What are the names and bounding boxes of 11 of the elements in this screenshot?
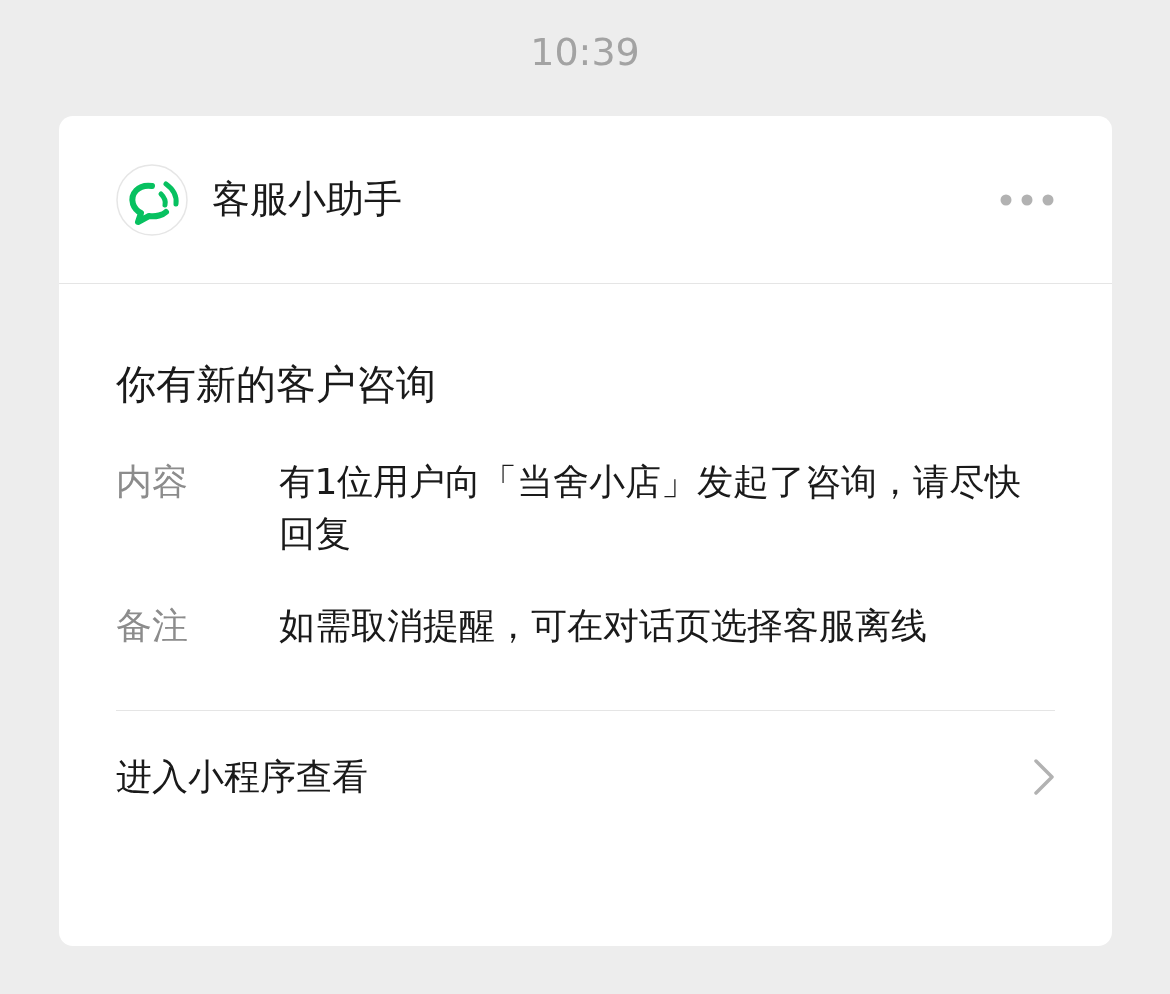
message-title: 你有新的客户咨询 bbox=[115, 360, 437, 409]
field-label: 内容 bbox=[115, 460, 189, 504]
more-icon[interactable] bbox=[998, 192, 1055, 207]
sender-name: 客服小助手 bbox=[211, 176, 402, 223]
field-label: 备注 bbox=[115, 604, 189, 648]
timestamp: 10:39 bbox=[530, 30, 640, 74]
field-value: 有1位用户向「当舍小店」发起了咨询，请尽快回复 bbox=[278, 460, 1023, 556]
chat-bubble-icon bbox=[115, 163, 188, 236]
field-value: 如需取消提醒，可在对话页选择客服离线 bbox=[278, 604, 928, 648]
open-mini-program-link[interactable]: 进入小程序查看 bbox=[115, 711, 1055, 843]
chevron-right-icon bbox=[1032, 758, 1055, 796]
